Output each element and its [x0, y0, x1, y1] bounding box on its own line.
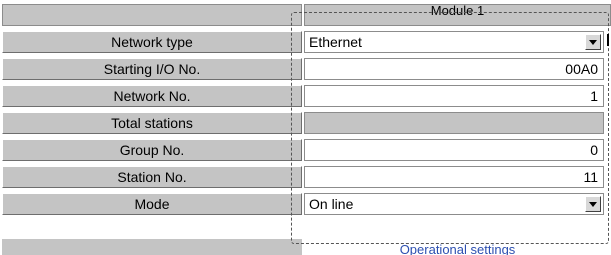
row-total-stations: Total stations	[0, 112, 611, 136]
mode-label: Mode	[2, 193, 302, 215]
network-type-value: Ethernet	[309, 34, 362, 50]
row-network-type: Network type Ethernet	[0, 31, 611, 55]
row-mode: Mode On line	[0, 193, 611, 217]
chevron-down-icon[interactable]	[585, 34, 601, 50]
header-label-cell	[2, 4, 302, 26]
network-no-label: Network No.	[2, 85, 302, 107]
station-no-label: Station No.	[2, 166, 302, 188]
starting-io-label: Starting I/O No.	[2, 58, 302, 80]
operational-settings-link[interactable]: Operational settings	[304, 244, 611, 255]
module-column-header: Module 1	[304, 4, 611, 26]
total-stations-label: Total stations	[2, 112, 302, 134]
bottom-label-cell	[2, 238, 302, 255]
group-no-input[interactable]: 0	[304, 139, 604, 161]
scroll-edge-mark	[607, 34, 609, 46]
row-network-no: Network No. 1	[0, 85, 611, 109]
network-type-select[interactable]: Ethernet	[304, 31, 604, 53]
row-station-no: Station No. 11	[0, 166, 611, 190]
group-no-label: Group No.	[2, 139, 302, 161]
row-starting-io: Starting I/O No. 00A0	[0, 58, 611, 82]
starting-io-input[interactable]: 00A0	[304, 58, 604, 80]
station-no-input[interactable]: 11	[304, 166, 604, 188]
network-no-input[interactable]: 1	[304, 85, 604, 107]
chevron-down-icon[interactable]	[585, 196, 601, 212]
row-group-no: Group No. 0	[0, 139, 611, 163]
mode-value: On line	[309, 196, 354, 212]
network-type-label: Network type	[2, 31, 302, 53]
total-stations-field	[304, 112, 604, 134]
mode-select[interactable]: On line	[304, 193, 604, 215]
network-parameter-grid: Module 1 Network type Ethernet Starting …	[0, 0, 611, 255]
